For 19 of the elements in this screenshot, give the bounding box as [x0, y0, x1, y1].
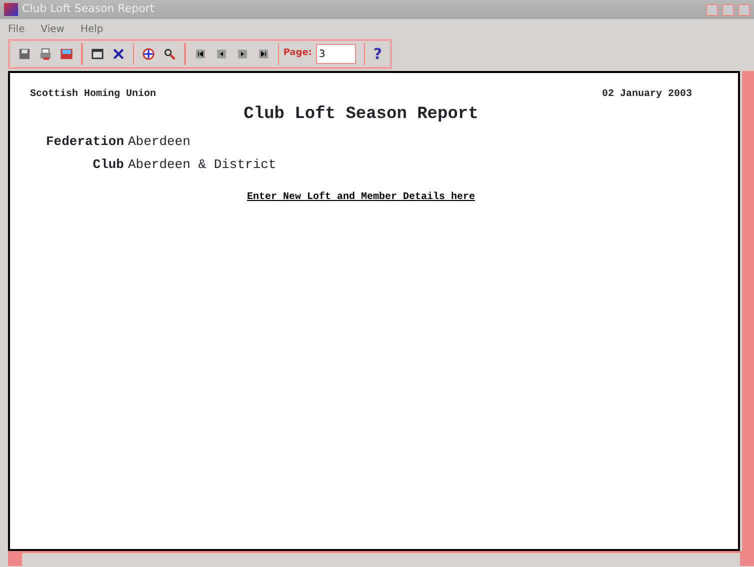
details-link[interactable]: Enter New Loft and Member Details here	[246, 192, 476, 202]
page-label: Page:	[283, 47, 312, 60]
report-title: Club Loft Season Report	[244, 105, 478, 124]
menu-item[interactable]: Help	[80, 22, 104, 36]
menu-item[interactable]: View	[40, 22, 64, 36]
horizontal-scrollbar[interactable]	[8, 551, 754, 567]
window-title: Club Loft Season Report	[22, 1, 156, 18]
globe-icon[interactable]	[142, 45, 156, 63]
page-field[interactable]: 3	[316, 44, 356, 64]
field-value: Aberdeen	[128, 132, 190, 150]
field-value: Aberdeen & District	[128, 156, 276, 174]
help-button[interactable]: ?	[369, 42, 386, 66]
organisation-name: Scottish Homing Union	[30, 88, 156, 102]
vertical-scrollbar[interactable]	[740, 71, 754, 551]
menu-item[interactable]: File	[8, 22, 25, 36]
app-icon	[4, 3, 18, 16]
field-label: Club	[92, 156, 125, 174]
field-label: Federation	[44, 132, 125, 150]
report-date: 02 January 2003	[602, 88, 692, 102]
